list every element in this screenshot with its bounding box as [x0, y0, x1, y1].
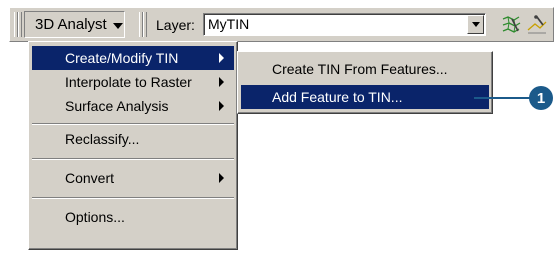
layer-dropdown-arrow[interactable] — [467, 15, 484, 34]
3d-analyst-label: 3D Analyst — [35, 16, 107, 33]
tin-tool-icon[interactable] — [500, 14, 522, 36]
menu-separator — [32, 197, 234, 199]
menu-item-convert[interactable]: Convert — [32, 166, 234, 190]
chevron-down-icon — [112, 22, 123, 29]
layer-label: Layer: — [156, 17, 195, 33]
menu-item-label: Create/Modify TIN — [65, 50, 179, 66]
menu-item-create-modify-tin[interactable]: Create/Modify TIN — [32, 46, 234, 70]
submenu-item-label: Add Feature to TIN... — [272, 89, 403, 105]
menu-item-options[interactable]: Options... — [32, 205, 234, 229]
menu-item-label: Options... — [65, 209, 125, 225]
submenu-arrow-icon — [219, 101, 224, 111]
toolbar-separator-2 — [143, 12, 147, 37]
submenu-arrow-icon — [219, 77, 224, 87]
menu-separator — [32, 123, 234, 125]
screen: 3D Analyst Layer: MyTIN Create/Modify TI… — [0, 0, 558, 255]
callout-leader-line — [474, 97, 532, 99]
3d-analyst-menu-button[interactable]: 3D Analyst — [24, 11, 125, 38]
submenu-arrow-icon — [219, 173, 224, 183]
submenu-item-create-tin-from-features[interactable]: Create TIN From Features... — [241, 57, 489, 81]
menu-separator — [32, 158, 234, 160]
3d-analyst-menu: Create/Modify TIN Interpolate to Raster … — [28, 41, 238, 250]
callout-badge: 1 — [529, 86, 553, 110]
create-modify-tin-submenu: Create TIN From Features... Add Feature … — [237, 51, 493, 114]
menu-item-label: Interpolate to Raster — [65, 74, 192, 90]
callout-number: 1 — [536, 89, 546, 107]
layer-value: MyTIN — [208, 16, 250, 32]
surface-tool-icon[interactable] — [526, 14, 548, 36]
submenu-arrow-icon — [219, 53, 224, 63]
toolbar-grip-2[interactable] — [18, 12, 22, 37]
menu-item-label: Surface Analysis — [65, 98, 169, 114]
menu-item-label: Convert — [65, 170, 115, 186]
submenu-item-label: Create TIN From Features... — [272, 61, 448, 77]
menu-item-interpolate-to-raster[interactable]: Interpolate to Raster — [32, 70, 234, 94]
3d-analyst-toolbar: 3D Analyst Layer: MyTIN — [9, 7, 554, 42]
submenu-item-add-feature-to-tin[interactable]: Add Feature to TIN... — [241, 85, 489, 109]
menu-item-reclassify[interactable]: Reclassify... — [32, 127, 234, 151]
menu-item-surface-analysis[interactable]: Surface Analysis — [32, 94, 234, 118]
menu-item-label: Reclassify... — [65, 131, 140, 147]
layer-dropdown[interactable]: MyTIN — [203, 13, 486, 36]
chevron-down-icon — [471, 22, 480, 27]
